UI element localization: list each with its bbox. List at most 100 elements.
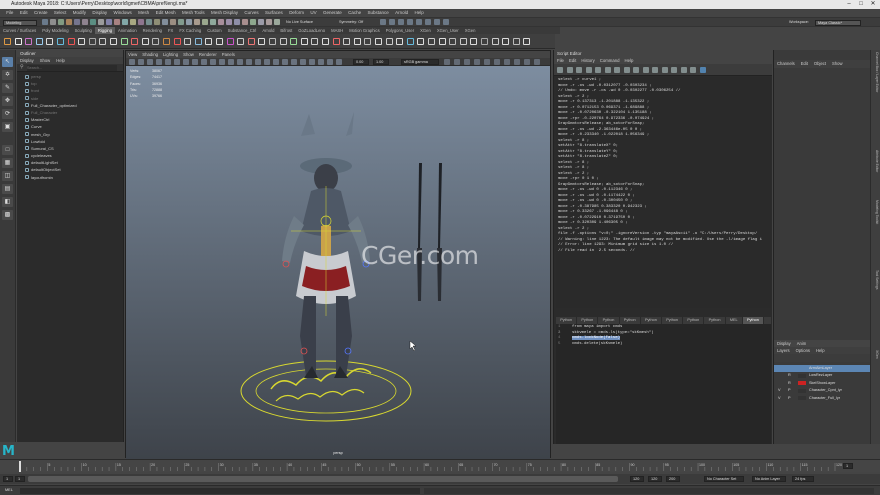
viewport-tool-icon[interactable] [309,59,315,65]
script-tool-icon[interactable] [585,66,592,73]
anim-start-field[interactable]: 1 [15,476,25,482]
range-bar[interactable] [28,476,618,482]
shelf-tab[interactable]: Rigging [94,27,116,34]
layer-menu-options[interactable]: Options [796,347,810,354]
side-tab[interactable]: Channel Box / Layer Editor [873,52,879,93]
menu-deform[interactable]: Deform [286,9,307,17]
viewport-tool-icon[interactable] [336,59,342,65]
script-history-output[interactable]: select -r curve1 ; move -r -os -wd -0.031… [556,77,771,308]
menu-generate[interactable]: Generate [320,9,345,17]
shelf-button-icon[interactable] [110,38,117,45]
outliner-item[interactable]: defaultObjectSet [17,166,123,173]
layer-color-swatch[interactable] [798,366,806,371]
shelf-tab[interactable]: Curves / Surfaces [0,27,39,34]
shelf-button-icon[interactable] [258,38,266,45]
shelf-tab[interactable]: Bifrost [277,27,295,34]
script-tool-icon[interactable] [671,66,677,73]
paint-select-icon[interactable]: ✎ [2,83,13,93]
layer-playback-toggle[interactable]: P [788,395,791,402]
viewport-tool-icon[interactable] [273,59,279,65]
persp-outliner-icon[interactable]: ◧ [2,197,13,207]
viewport-tool-icon[interactable] [318,59,324,65]
script-tab[interactable]: MEL [726,317,743,324]
menu-mesh-display[interactable]: Mesh Display [208,9,241,17]
render-tool-icon[interactable] [425,19,431,25]
status-tool-icon[interactable] [234,19,240,25]
script-tool-icon[interactable] [652,66,658,73]
katana-props[interactable] [417,163,442,301]
playback-end-field[interactable]: 200 [666,476,680,482]
status-tool-icon[interactable] [162,19,168,25]
side-tab[interactable]: Tool Settings [873,270,879,289]
status-tool-icon[interactable] [154,19,160,25]
shelf-tab[interactable]: XGen [417,27,434,34]
layer-row[interactable]: V P Character_Full_lyr [774,395,871,402]
viewport-tool-icon[interactable] [255,59,261,65]
move-tool-icon[interactable]: ✥ [2,96,13,106]
viewport-tool-icon[interactable] [219,59,225,65]
viewport-display-icon[interactable] [464,59,470,65]
viewport-display-icon[interactable] [484,59,490,65]
symmetry-dropdown[interactable]: Symmetry: Off [337,19,373,26]
shelf-tab[interactable]: Motion Graphics [346,27,383,34]
shelf-button-icon[interactable] [216,38,223,45]
shelf-button-icon[interactable] [25,38,33,45]
viewport-tool-icon[interactable] [264,59,270,65]
outliner-item[interactable]: Curve [17,123,123,130]
viewport-tool-icon[interactable] [291,59,297,65]
layer-tab-display[interactable]: Display [777,340,791,347]
shelf-button-icon[interactable] [438,38,446,45]
render-tool-icon[interactable] [398,19,404,25]
status-tool-icon[interactable] [114,19,120,25]
shelf-button-icon[interactable] [406,38,414,45]
outliner-layout-icon[interactable]: ◫ [2,171,13,181]
viewport-display-icon[interactable] [454,59,460,65]
channel-menu-object[interactable]: Object [814,60,826,68]
shelf-tab[interactable]: Rendering [140,27,165,34]
render-tool-icon[interactable] [416,19,422,25]
shelf-tab[interactable]: FX Caching [176,27,204,34]
layer-menu-help[interactable]: Help [816,347,825,354]
viewport-tool-icon[interactable] [138,59,144,65]
channel-menu-channels[interactable]: Channels [777,60,795,68]
anim-layer-dropdown[interactable]: No Anim Layer [752,476,786,482]
script-tool-icon[interactable] [576,66,582,73]
script-tab[interactable]: Python [577,317,599,324]
viewport-tool-icon[interactable] [201,59,207,65]
script-tool-icon[interactable] [614,66,620,73]
script-tool-icon[interactable] [566,66,573,73]
shelf-button-icon[interactable] [470,38,478,45]
viewport-tool-icon[interactable] [192,59,198,65]
shelf-button-icon[interactable] [141,38,149,45]
viewport-menu-lighting[interactable]: Lighting [163,51,178,58]
viewport-display-icon[interactable] [534,59,540,65]
live-surface-label[interactable]: No Live Surface [284,19,320,26]
shelf-button-icon[interactable] [184,38,192,45]
viewport-tool-icon[interactable] [228,59,234,65]
layer-color-swatch[interactable] [798,388,806,393]
shelf-button-icon[interactable] [375,38,382,45]
viewport-tool-icon[interactable] [165,59,171,65]
menu-help[interactable]: Help [411,9,427,17]
command-input[interactable] [20,487,420,494]
character-set-dropdown[interactable]: No Character Set [704,476,744,482]
shelf-button-icon[interactable] [237,38,245,45]
status-tool-icon[interactable] [178,19,184,25]
status-tool-icon[interactable] [258,19,264,25]
side-tab[interactable]: Modeling Toolkit [873,200,879,224]
shelf-tab[interactable]: Arnold [259,27,277,34]
shelf-button-icon[interactable] [364,38,372,45]
layer-color-swatch[interactable] [798,381,806,386]
layer-visibility-toggle[interactable]: V [778,387,781,394]
status-tool-icon[interactable] [82,19,88,25]
rotate-tool-icon[interactable]: ⟳ [2,109,13,119]
script-tab[interactable]: Python [598,317,620,324]
script-tab[interactable]: Python [683,317,705,324]
shelf-button-icon[interactable] [343,38,351,45]
workspace-dropdown[interactable]: Maya Classic* [815,19,861,26]
shelf-button-icon[interactable] [99,38,107,45]
shelf-tab[interactable]: Poly Modeling [39,27,71,34]
render-tool-icon[interactable] [389,19,395,25]
shelf-button-icon[interactable] [46,38,54,45]
shelf-button-icon[interactable] [449,38,457,45]
